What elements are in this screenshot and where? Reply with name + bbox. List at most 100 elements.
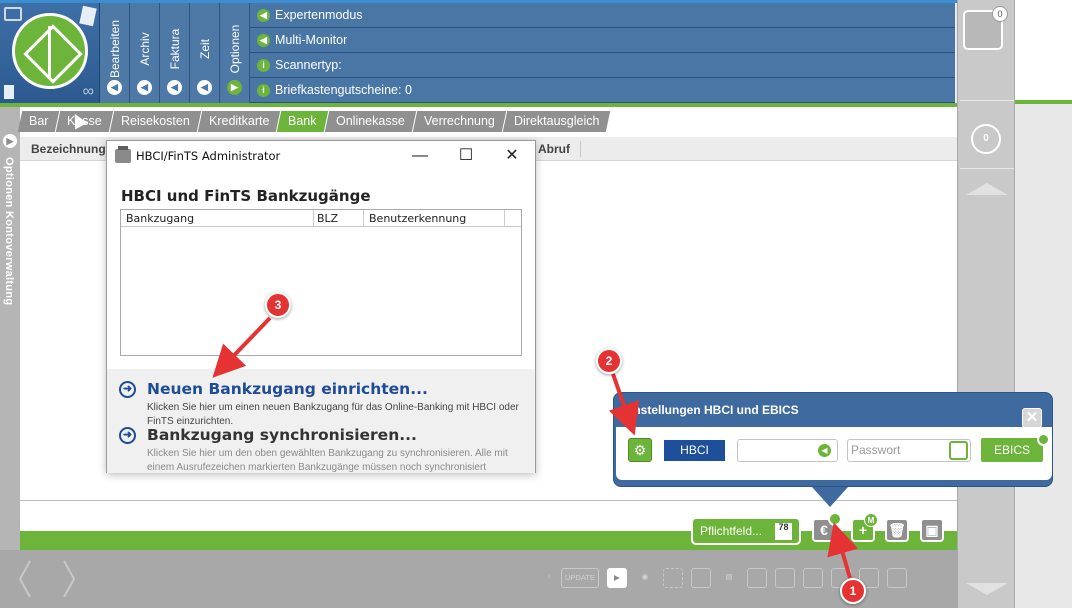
trash-icon[interactable]: 🗑 [885, 518, 909, 542]
gear-icon[interactable] [828, 512, 842, 526]
hbci-ebics-popup: Einstellungen HBCI und EBICS ✕ ⚙ HBCI ◀ … [613, 392, 1053, 487]
action-description: Klicken Sie hier um den oben gewählten B… [147, 448, 508, 473]
hbci-button[interactable]: HBCI [664, 440, 725, 461]
divider [960, 168, 1014, 169]
popup-title: Einstellungen HBCI und EBICS [622, 403, 799, 417]
annotation-marker: 1 [840, 578, 866, 604]
menu-label: Archiv [137, 32, 152, 66]
password-field[interactable]: Passwort [847, 439, 971, 462]
settings-gear-button[interactable]: ⚙ [628, 438, 652, 462]
m-badge: M [864, 513, 878, 527]
column-separator [313, 210, 314, 226]
pflichtfeld-badge: 78 [775, 523, 792, 540]
divider [960, 100, 1014, 101]
dialog-heading: HBCI und FinTS Bankzugänge [121, 187, 371, 205]
column-header-bezeichnung[interactable]: Bezeichnung [31, 142, 106, 156]
tab-onlinekasse[interactable]: Onlinekasse [324, 111, 416, 132]
ebics-button[interactable]: EBICS [981, 438, 1043, 462]
scan-icon[interactable] [662, 568, 683, 588]
tab-direktausgleich[interactable]: Direktausgleich [502, 111, 611, 132]
menu-optionen[interactable]: Optionen ▶ [220, 3, 250, 103]
chevron-right-icon[interactable]: ▶ [3, 134, 17, 148]
tab-bar-item[interactable]: Bar [17, 111, 60, 132]
action-description: Klicken Sie hier um einen neuen Bankzuga… [147, 402, 519, 427]
action-title: Neuen Bankzugang einrichten... [147, 380, 428, 398]
status-panel: ◀ Expertenmodus ◀ Multi-Monitor i Scanne… [250, 3, 955, 103]
logo-icon [12, 13, 88, 89]
table-header: Bankzugang BLZ Benutzerkennung [121, 210, 521, 227]
menu-label: Zeit [197, 38, 212, 60]
minimize-icon[interactable]: — [397, 141, 443, 171]
close-icon[interactable]: ✕ [489, 141, 535, 171]
info-multi-monitor[interactable]: ◀ Multi-Monitor [250, 28, 955, 53]
infinity-icon: ∞ [82, 83, 94, 100]
menu-label: Optionen [227, 24, 242, 74]
dialog-actions: ➜ Neuen Bankzugang einrichten... Klicken… [107, 369, 535, 473]
page-icon [4, 85, 14, 99]
popup-pointer [812, 487, 848, 507]
youtube-icon[interactable]: ▶ [606, 568, 627, 588]
chevron-left-icon: ◀ [107, 80, 122, 95]
info-briefkastengutscheine[interactable]: i Briefkastengutscheine: 0 [250, 78, 955, 103]
right-panel: 0 0 [957, 0, 1015, 608]
update-button[interactable]: UPDATE [561, 568, 599, 588]
counter-badge[interactable]: 0 [971, 124, 1001, 154]
scroll-up-icon[interactable] [966, 183, 1008, 195]
column-header-benutzerkennung[interactable]: Benutzerkennung [369, 212, 466, 225]
scroll-down-icon[interactable] [966, 583, 1008, 595]
save-icon[interactable]: ▣ [920, 518, 944, 542]
column-header-bankzugang[interactable]: Bankzugang [126, 212, 194, 225]
far-right-area [1015, 0, 1072, 100]
info-scannertyp[interactable]: i Scannertyp: [250, 53, 955, 78]
vertical-menu: Bearbeiten ◀ Archiv ◀ Faktura ◀ Zeit ◀ O… [100, 3, 250, 103]
arrow-icon [4, 7, 22, 21]
tab-label: Reisekosten [121, 114, 190, 128]
sidebar-label: Optionen Kontoverwaltung [3, 157, 15, 306]
chevron-left-icon: ◀ [197, 80, 212, 95]
chevron-left-icon: ◀ [257, 8, 270, 22]
bank-access-table[interactable]: Bankzugang BLZ Benutzerkennung [120, 209, 522, 356]
dialog-titlebar[interactable]: HBCI/FinTS Administrator — ☐ ✕ [107, 141, 535, 171]
info-label: Scannertyp: [275, 58, 342, 72]
camera-icon[interactable] [746, 568, 767, 588]
pflichtfeld-label: Pflichtfeld... [700, 524, 763, 538]
arrow-right-circle-icon: ➜ [119, 427, 136, 444]
gear-icon[interactable] [1037, 433, 1050, 446]
document-icon[interactable] [802, 568, 823, 588]
menu-bearbeiten[interactable]: Bearbeiten ◀ [100, 3, 130, 103]
pflichtfeld-button[interactable]: Pflichtfeld... 78 [691, 517, 801, 545]
eye-icon[interactable]: ◉ [635, 568, 655, 588]
chevron-right-icon: ▶ [227, 80, 242, 95]
info-icon: i [257, 58, 270, 72]
close-icon[interactable]: ✕ [1022, 408, 1042, 428]
image-icon[interactable] [886, 568, 907, 588]
arrow-right-circle-icon: ➜ [119, 381, 136, 398]
column-header-blz[interactable]: BLZ [317, 212, 338, 225]
menu-label: Faktura [167, 28, 182, 70]
save-icon[interactable] [949, 441, 968, 460]
account-select[interactable]: ◀ [737, 439, 838, 462]
annotation-marker: 2 [596, 348, 622, 374]
tab-kreditkarte[interactable]: Kreditkarte [197, 111, 281, 132]
chevron-right-icon[interactable] [62, 560, 76, 598]
app-logo-tile[interactable]: ∞ [0, 3, 100, 103]
tab-reisekosten[interactable]: Reisekosten [109, 111, 202, 132]
chevron-left-icon: ◀ [167, 80, 182, 95]
menu-archiv[interactable]: Archiv ◀ [130, 3, 160, 103]
dialog-title: HBCI/FinTS Administrator [136, 149, 281, 163]
maximize-icon[interactable]: ☐ [443, 141, 489, 171]
invoice-icon[interactable]: ▤ [719, 568, 739, 588]
menu-zeit[interactable]: Zeit ◀ [190, 3, 220, 103]
tab-bank[interactable]: Bank [277, 111, 329, 132]
window-icon[interactable] [690, 568, 711, 588]
print-icon[interactable] [774, 568, 795, 588]
left-sidebar[interactable]: ▶ Optionen Kontoverwaltung [0, 107, 20, 550]
menu-faktura[interactable]: Faktura ◀ [160, 3, 190, 103]
chevron-left-icon[interactable] [18, 560, 32, 598]
password-placeholder: Passwort [851, 443, 901, 457]
exclamation-icon[interactable]: ! [545, 568, 553, 588]
tab-verrechnung[interactable]: Verrechnung [412, 111, 506, 132]
info-expertenmodus[interactable]: ◀ Expertenmodus [250, 3, 955, 28]
tab-label: Onlinekasse [335, 114, 405, 128]
column-header-abruf[interactable]: Abruf [538, 142, 570, 156]
